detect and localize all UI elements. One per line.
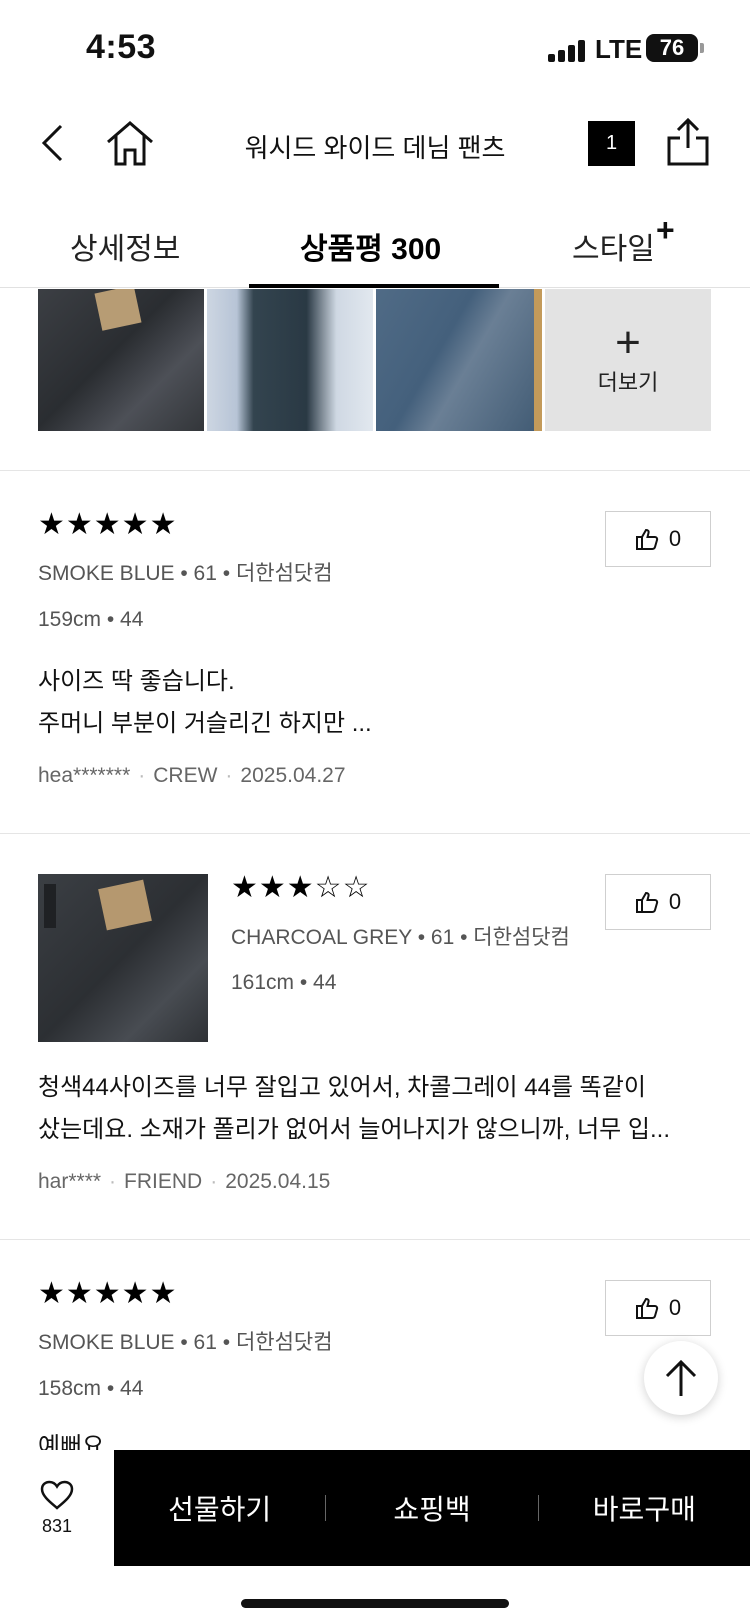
review-text-line: 사이즈 딱 좋습니다. xyxy=(38,668,235,695)
top-nav: 워시드 와이드 데님 팬츠 1 xyxy=(0,100,750,190)
rating-stars: ★★★★★ xyxy=(38,508,178,541)
review-author: hea******* xyxy=(38,764,131,787)
review-text-line: 샀는데요. 소재가 폴리가 없어서 늘어나지가 않으니까, 너무 입... xyxy=(38,1116,671,1143)
like-button[interactable]: 0 xyxy=(605,874,711,930)
home-icon xyxy=(107,121,153,166)
network-label: LTE xyxy=(595,34,643,64)
tab-style[interactable]: 스타일 xyxy=(572,224,655,268)
rating-stars: ★★★☆☆ xyxy=(231,871,371,904)
review-variant: CHARCOAL GREY • 61 • 더한섬닷컴 xyxy=(231,926,570,949)
wishlist-button[interactable]: 831 xyxy=(0,1450,114,1566)
tab-review[interactable]: 상품평 300 xyxy=(300,224,441,268)
more-photos-button[interactable]: + 더보기 xyxy=(545,289,711,431)
review-text-line: 예뻐요 xyxy=(38,1433,105,1450)
cart-badge[interactable]: 1 xyxy=(588,121,635,166)
review-text-line: 청색44사이즈를 너무 잘입고 있어서, 차콜그레이 44를 똑같이 xyxy=(38,1074,646,1101)
review-variant: SMOKE BLUE • 61 • 더한섬닷컴 xyxy=(38,562,333,585)
review-tier: CREW xyxy=(153,764,218,787)
heart-icon xyxy=(40,1480,74,1510)
review-thumbnail[interactable] xyxy=(38,874,208,1042)
review-text[interactable]: 사이즈 딱 좋습니다. 주머니 부분이 거슬리긴 하지만 ... xyxy=(38,661,372,745)
arrow-up-icon xyxy=(665,1359,697,1396)
thumbs-up-icon xyxy=(635,528,658,550)
review-author: har**** xyxy=(38,1170,102,1193)
like-count: 0 xyxy=(668,1295,682,1320)
review-variant: SMOKE BLUE • 61 • 더한섬닷컴 xyxy=(38,1331,333,1354)
bottom-action-bar: 831 선물하기 쇼핑백 바로구매 xyxy=(0,1450,750,1566)
thumbs-up-icon xyxy=(635,891,658,913)
tab-detail[interactable]: 상세정보 xyxy=(70,224,180,268)
back-button[interactable] xyxy=(30,118,74,168)
battery-icon: 76 xyxy=(646,34,698,62)
share-icon xyxy=(667,118,709,166)
review-photo[interactable] xyxy=(207,289,373,431)
review-text-line: 주머니 부분이 거슬리긴 하지만 ... xyxy=(38,710,372,737)
gift-button[interactable]: 선물하기 xyxy=(114,1488,325,1528)
thumbs-up-icon xyxy=(635,1297,658,1319)
active-tab-indicator xyxy=(249,284,499,288)
review-photo[interactable] xyxy=(38,289,204,431)
status-time: 4:53 xyxy=(86,28,157,66)
signal-icon xyxy=(548,40,586,62)
tab-bar: 상세정보 상품평 300 스타일 + xyxy=(0,200,750,288)
more-photos-label: 더보기 xyxy=(597,370,659,395)
review-tier: FRIEND xyxy=(124,1170,203,1193)
buy-now-button[interactable]: 바로구매 xyxy=(539,1488,750,1528)
review-item: ★★★☆☆ CHARCOAL GREY • 61 • 더한섬닷컴 161cm •… xyxy=(0,834,750,1239)
review-photo-strip: + 더보기 xyxy=(38,289,711,431)
review-photo[interactable] xyxy=(376,289,542,431)
home-indicator xyxy=(241,1599,509,1608)
scroll-to-top-button[interactable] xyxy=(644,1341,718,1415)
review-date: 2025.04.27 xyxy=(240,764,346,787)
rating-stars: ★★★★★ xyxy=(38,1277,178,1310)
review-author-line: har**** · FRIEND · 2025.04.15 xyxy=(38,1170,331,1193)
page-title: 워시드 와이드 데님 팬츠 xyxy=(244,133,506,163)
status-bar: 4:53 LTE 76 xyxy=(0,0,750,100)
review-date: 2025.04.15 xyxy=(225,1170,331,1193)
reviewer-body: 158cm • 44 xyxy=(38,1377,144,1400)
like-button[interactable]: 0 xyxy=(605,511,711,567)
home-button[interactable] xyxy=(102,116,158,170)
shopping-bag-button[interactable]: 쇼핑백 xyxy=(326,1488,537,1528)
like-count: 0 xyxy=(668,526,682,551)
like-count: 0 xyxy=(668,889,682,914)
plus-icon: + xyxy=(615,318,641,367)
review-text[interactable]: 청색44사이즈를 너무 잘입고 있어서, 차콜그레이 44를 똑같이 샀는데요.… xyxy=(38,1067,670,1151)
review-author-line: hea******* · CREW · 2025.04.27 xyxy=(38,764,346,787)
battery-tip xyxy=(700,43,704,53)
reviewer-body: 161cm • 44 xyxy=(231,971,337,994)
review-item: ★★★★★ SMOKE BLUE • 61 • 더한섬닷컴 159cm • 44… xyxy=(0,471,750,833)
share-button[interactable] xyxy=(664,116,712,168)
reviewer-body: 159cm • 44 xyxy=(38,608,144,631)
wishlist-count: 831 xyxy=(41,1515,73,1536)
review-item: ★★★★★ SMOKE BLUE • 61 • 더한섬닷컴 158cm • 44… xyxy=(0,1240,750,1450)
review-text[interactable]: 예뻐요 xyxy=(38,1426,104,1450)
style-plus-mark: + xyxy=(656,212,675,248)
purchase-actions: 선물하기 쇼핑백 바로구매 xyxy=(114,1450,750,1566)
back-icon xyxy=(41,124,63,162)
like-button[interactable]: 0 xyxy=(605,1280,711,1336)
